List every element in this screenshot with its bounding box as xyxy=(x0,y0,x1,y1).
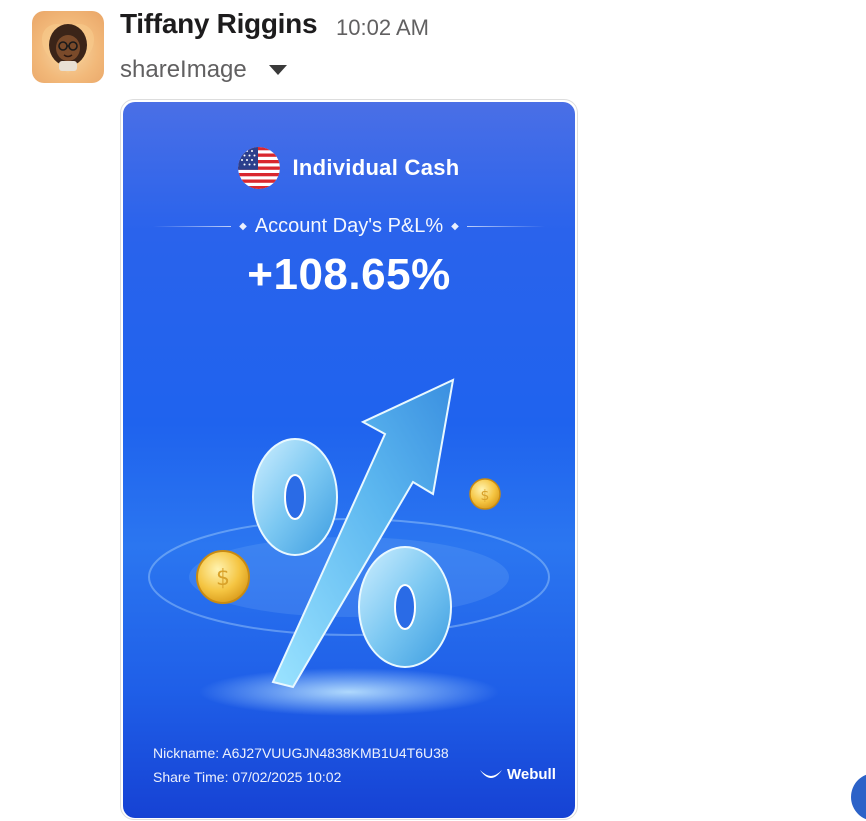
us-flag-icon xyxy=(238,147,281,189)
account-header: Individual Cash xyxy=(123,146,575,190)
account-name: Individual Cash xyxy=(292,155,460,180)
attachment-filename: shareImage xyxy=(120,56,247,83)
svg-text:$: $ xyxy=(481,488,490,504)
share-time: Share Time: 07/02/2025 10:02 xyxy=(153,769,342,785)
divider-dot: ◆ xyxy=(239,220,247,232)
message-timestamp[interactable]: 10:02 AM xyxy=(336,15,429,41)
percent-arrow-illustration: $ $ xyxy=(148,378,550,716)
brand-name: Webull xyxy=(507,766,556,783)
floating-action-button[interactable] xyxy=(851,773,866,821)
webull-logo-icon xyxy=(480,769,502,778)
pnl-share-card: Individual Cash ◆ Account Day's P&L% ◆ +… xyxy=(123,102,575,818)
nickname: Nickname: A6J27VUUGJN4838KMB1U4T6U38 xyxy=(153,745,449,761)
chevron-down-icon[interactable] xyxy=(266,62,290,78)
svg-text:$: $ xyxy=(216,566,230,591)
divider-dot: ◆ xyxy=(451,220,459,232)
avatar[interactable] xyxy=(32,11,104,83)
coin-right: $ xyxy=(469,478,501,510)
metric-value: +108.65% xyxy=(247,250,451,299)
divider xyxy=(153,225,232,227)
divider xyxy=(466,225,545,227)
author-name[interactable]: Tiffany Riggins xyxy=(120,8,318,40)
metric-label: Account Day's P&L% xyxy=(254,214,444,237)
avatar-illustration xyxy=(42,24,94,73)
brand-logo: Webull xyxy=(479,766,556,783)
coin-left: $ xyxy=(196,550,250,604)
metric-label-row: ◆ Account Day's P&L% ◆ xyxy=(123,212,575,240)
base-glow xyxy=(199,668,499,716)
image-attachment[interactable]: Individual Cash ◆ Account Day's P&L% ◆ +… xyxy=(120,99,578,820)
